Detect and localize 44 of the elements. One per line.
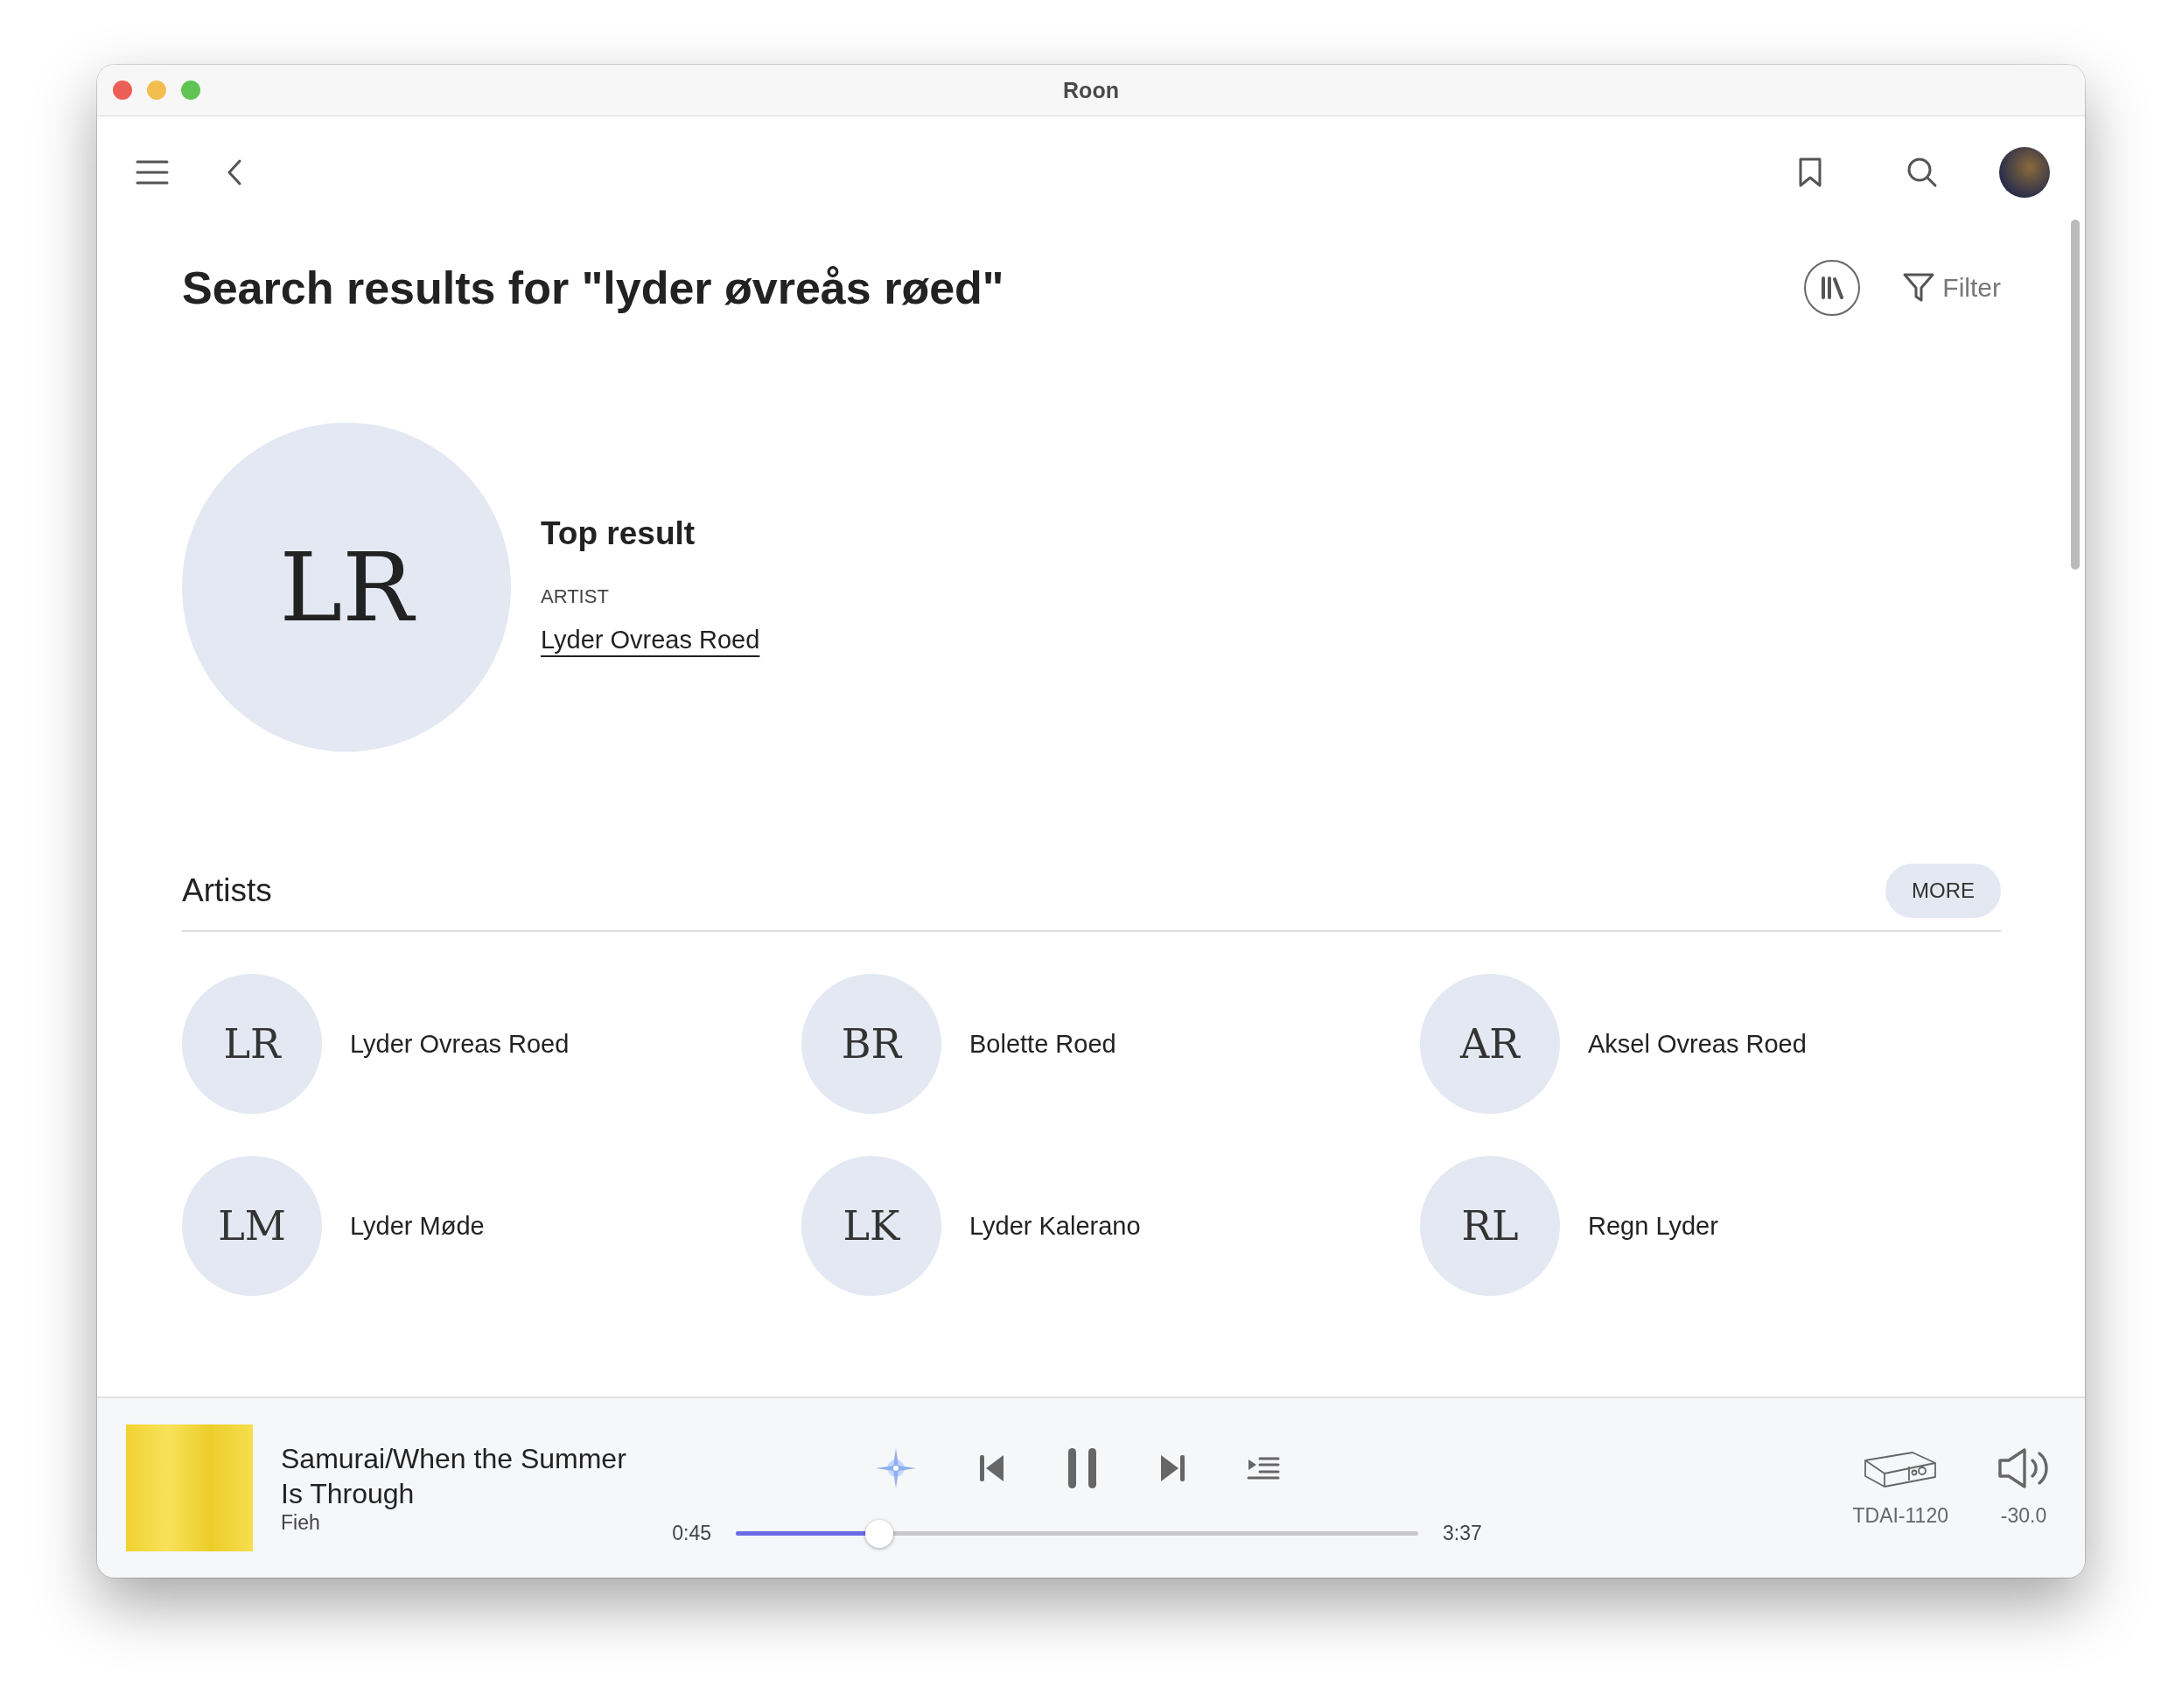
- seek-bar[interactable]: [736, 1519, 1418, 1548]
- user-avatar[interactable]: [1999, 147, 2050, 198]
- close-button[interactable]: [113, 80, 132, 100]
- artist-link[interactable]: Lyder Ovreas Roed: [541, 625, 760, 654]
- artist-name[interactable]: Lyder Kalerano: [969, 1211, 1141, 1241]
- filter-icon: [1902, 272, 1936, 304]
- artist-initials[interactable]: LM: [182, 1156, 322, 1296]
- volume-button[interactable]: -30.0: [1997, 1448, 2050, 1528]
- artist-initials[interactable]: BR: [801, 974, 941, 1114]
- seek-thumb[interactable]: [864, 1519, 893, 1548]
- artist-name[interactable]: Regn Lyder: [1588, 1211, 1718, 1241]
- zone-button[interactable]: TDAI-1120: [1852, 1450, 1948, 1528]
- search-icon[interactable]: [1906, 157, 1938, 188]
- artist-initials[interactable]: LR: [182, 974, 322, 1114]
- window-title: Roon: [1063, 77, 1119, 103]
- queue-icon[interactable]: [1247, 1456, 1280, 1480]
- result-type: ARTIST: [541, 584, 609, 608]
- books-icon: [1819, 276, 1846, 299]
- menu-icon[interactable]: [136, 159, 169, 186]
- elapsed-time: 0:45: [672, 1522, 711, 1545]
- speaker-icon: [1997, 1448, 2050, 1488]
- artist-initials: LR: [182, 423, 511, 752]
- section-heading: Top result: [541, 514, 696, 552]
- filter-button[interactable]: Filter: [1902, 272, 2001, 304]
- more-button[interactable]: MORE: [1885, 864, 2001, 918]
- artist-name[interactable]: Lyder Ovreas Roed: [350, 1029, 570, 1059]
- artist-initials[interactable]: LK: [801, 1156, 941, 1296]
- artist-name[interactable]: Bolette Roed: [969, 1029, 1116, 1059]
- artist-name[interactable]: Lyder Møde: [350, 1211, 485, 1241]
- artist-initials[interactable]: AR: [1420, 974, 1560, 1114]
- bookmark-icon[interactable]: [1798, 157, 1822, 188]
- section-heading: Artists: [182, 872, 272, 909]
- artist-name[interactable]: Aksel Ovreas Roed: [1588, 1029, 1807, 1059]
- back-icon[interactable]: [227, 158, 242, 186]
- scrollbar[interactable]: [2071, 220, 2080, 570]
- page-title: Search results for "lyder øvreås røed": [182, 262, 1005, 314]
- pause-icon[interactable]: [1067, 1446, 1098, 1490]
- track-title: Samurai/When the Summer Is Through: [281, 1442, 626, 1511]
- previous-icon[interactable]: [979, 1452, 1005, 1483]
- next-icon[interactable]: [1159, 1452, 1185, 1483]
- artist-initials[interactable]: RL: [1420, 1156, 1560, 1296]
- track-artist: Fieh: [281, 1511, 320, 1535]
- track-duration: 3:37: [1443, 1522, 1482, 1545]
- amplifier-icon: [1864, 1450, 1938, 1488]
